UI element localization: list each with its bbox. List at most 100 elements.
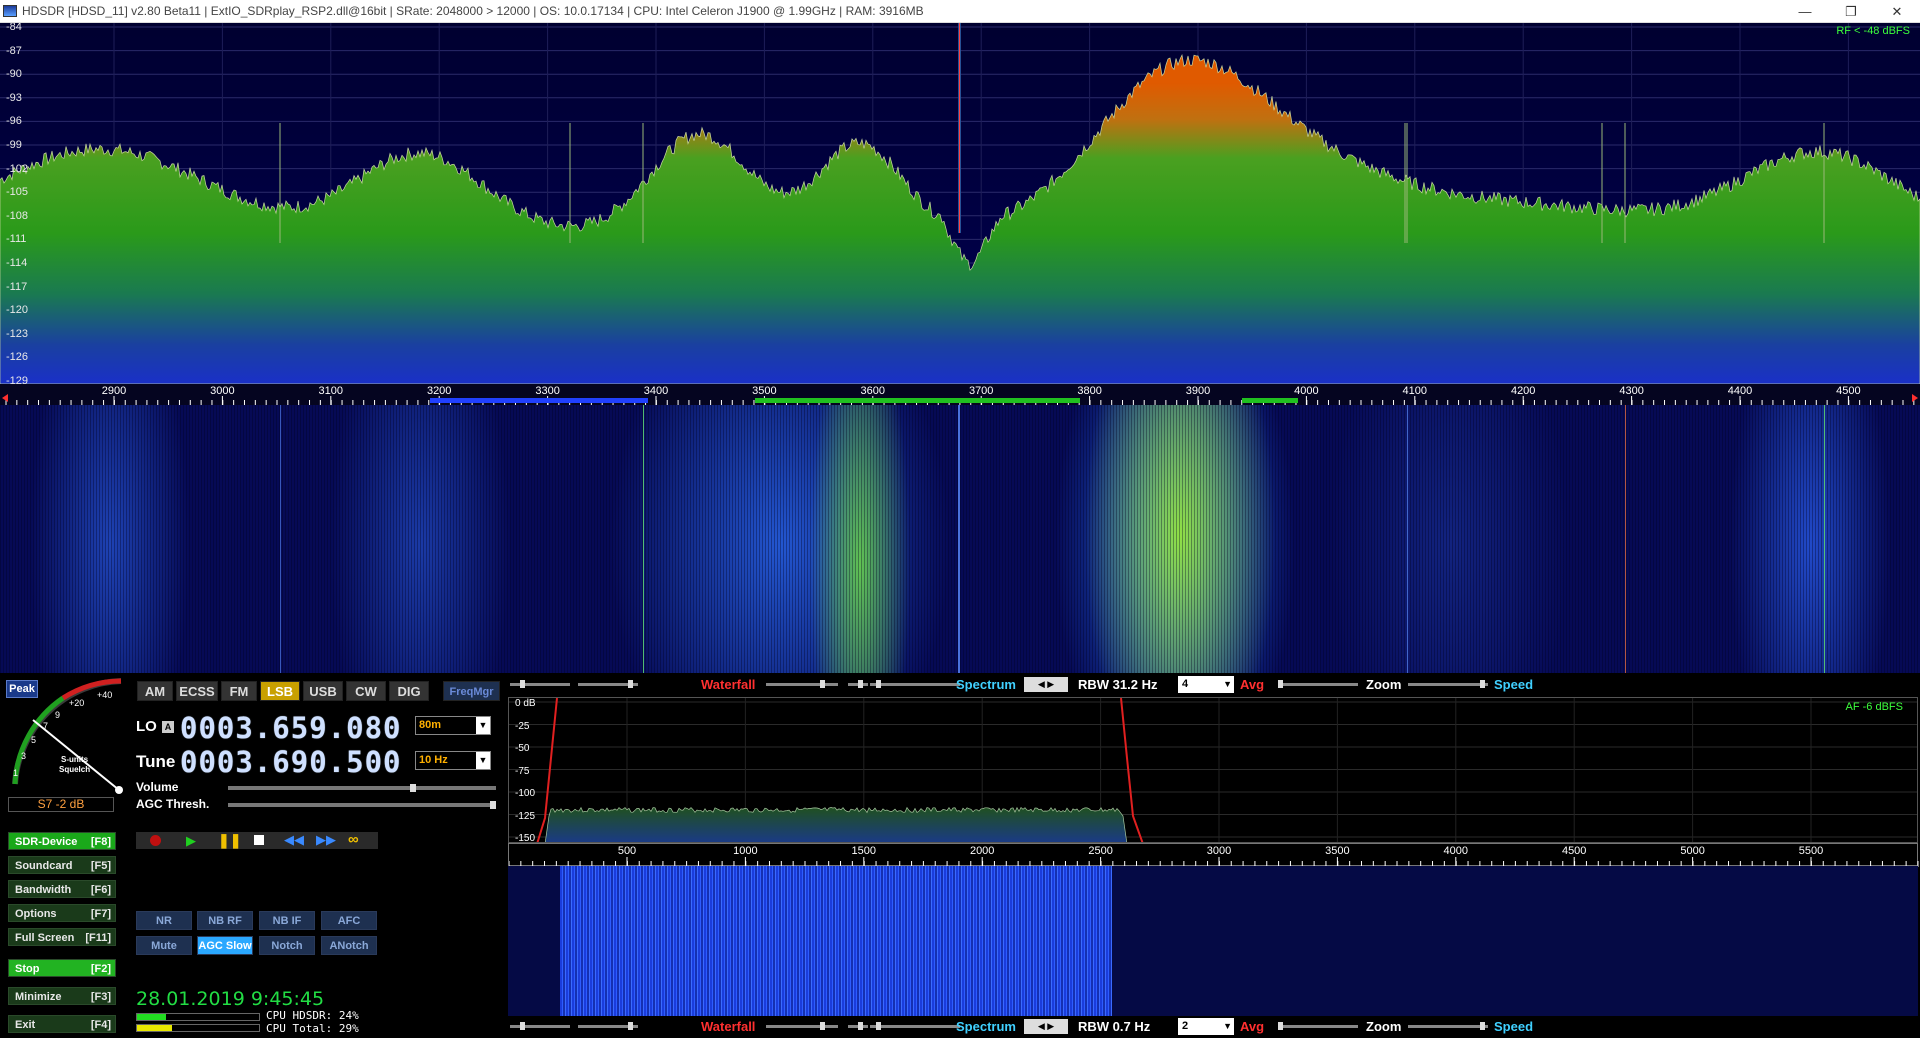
wf-speed-slider-knob[interactable]: [820, 1022, 825, 1030]
play-icon[interactable]: ▶: [186, 833, 196, 849]
wf-speed-slider[interactable]: [766, 1022, 838, 1030]
speed-slider-knob[interactable]: [1480, 1022, 1485, 1030]
side-button-soundcard[interactable]: Soundcard [F5]: [8, 856, 116, 874]
arrow-left-icon[interactable]: ◀ ▶: [1038, 1021, 1054, 1031]
spec-contrast-slider-knob[interactable]: [858, 680, 863, 688]
af-frequency-scale[interactable]: 500 1000 1500 2000 2500 3000 3500 4000 4500 5000 5…: [508, 843, 1919, 867]
wf-brightness-slider-knob[interactable]: [628, 680, 633, 688]
volume-slider[interactable]: [228, 784, 496, 792]
step-select[interactable]: 10 Hz ▼: [415, 751, 491, 770]
volume-slider-knob[interactable]: [410, 784, 416, 792]
wf-contrast-slider-knob[interactable]: [520, 1022, 525, 1030]
rewind-icon[interactable]: ◀◀: [284, 832, 304, 848]
mode-button-fm[interactable]: FM: [221, 681, 257, 701]
dsp-button-notch[interactable]: Notch: [259, 936, 315, 955]
wf-contrast-slider-knob[interactable]: [520, 680, 525, 688]
lo-frequency[interactable]: 0003.659.080: [180, 711, 402, 745]
side-button-full-screen[interactable]: Full Screen [F11]: [8, 928, 116, 946]
passband-high-edge[interactable]: [1120, 698, 1144, 843]
frequency-scale[interactable]: 2900 3000 3100 3200 3300 3400 3500 3600 3700 3800…: [0, 384, 1920, 405]
zoom-slider[interactable]: [1278, 680, 1358, 688]
mode-button-lsb[interactable]: LSB: [260, 681, 300, 701]
mode-button-cw[interactable]: CW: [346, 681, 386, 701]
spec-contrast-slider[interactable]: [848, 1022, 868, 1030]
dsp-button-mute[interactable]: Mute: [136, 936, 192, 955]
pause-icon[interactable]: ❚❚: [218, 832, 241, 849]
fast-forward-icon[interactable]: ▶▶: [316, 832, 336, 848]
rbw-arrows[interactable]: ◀ ▶: [1024, 1019, 1068, 1034]
rf-spectrum-display[interactable]: -84 -87 -90 -93 -96 -99 -102 -105 -108 -111 -114 -1…: [0, 23, 1920, 384]
agc-thresh-slider[interactable]: [228, 801, 496, 809]
close-button[interactable]: ✕: [1874, 0, 1920, 23]
avg-label: Avg: [1240, 1019, 1265, 1034]
cpu-hdsdr-bar: [136, 1013, 260, 1021]
spec-contrast-slider-knob[interactable]: [858, 1022, 863, 1030]
stop-icon[interactable]: [254, 835, 264, 845]
band-select[interactable]: 80m ▼: [415, 716, 491, 735]
af-waterfall-display[interactable]: [508, 866, 1918, 1016]
spec-contrast-slider[interactable]: [848, 680, 868, 688]
side-button-stop[interactable]: Stop [F2]: [8, 959, 116, 977]
dsp-button-afc[interactable]: AFC: [321, 911, 377, 930]
chevron-down-icon: ▼: [476, 717, 490, 734]
tune-frequency[interactable]: 0003.690.500: [180, 745, 402, 779]
rbw-arrows[interactable]: ◀ ▶: [1024, 677, 1068, 692]
freqmgr-button[interactable]: FreqMgr: [443, 681, 500, 701]
wf-speed-slider-knob[interactable]: [820, 680, 825, 688]
rf-waterfall-display[interactable]: [0, 405, 1920, 673]
spectrum-db-label: -87: [6, 44, 22, 57]
dsp-button-nb-rf[interactable]: NB RF: [197, 911, 253, 930]
af-db-label: -75: [515, 765, 530, 777]
side-button-key: [F11]: [85, 932, 111, 944]
side-button-options[interactable]: Options [F7]: [8, 904, 116, 922]
mode-button-usb[interactable]: USB: [303, 681, 343, 701]
record-icon[interactable]: [150, 835, 161, 846]
mode-button-am[interactable]: AM: [137, 681, 173, 701]
scroll-left-icon[interactable]: [2, 394, 8, 402]
mode-button-dig[interactable]: DIG: [389, 681, 429, 701]
scroll-right-icon[interactable]: [1912, 394, 1918, 402]
zoom-slider-knob[interactable]: [1278, 680, 1283, 688]
wf-speed-slider[interactable]: [766, 680, 838, 688]
arrow-left-icon[interactable]: ◀ ▶: [1038, 679, 1054, 689]
s-meter-tick: +40: [97, 690, 112, 700]
wf-brightness-slider[interactable]: [578, 1022, 638, 1030]
loop-icon[interactable]: ∞: [348, 831, 359, 848]
dsp-button-nb-if[interactable]: NB IF: [259, 911, 315, 930]
avg-select[interactable]: 2 ▼: [1178, 1018, 1234, 1035]
side-button-label: SDR-Device: [15, 836, 78, 848]
dsp-button-agc-slow[interactable]: AGC Slow: [197, 936, 253, 955]
spec-brightness-slider[interactable]: [870, 1022, 960, 1030]
wf-contrast-slider[interactable]: [510, 680, 570, 688]
spectrum-label: Spectrum: [956, 677, 1016, 692]
speed-slider[interactable]: [1408, 1022, 1488, 1030]
speed-slider[interactable]: [1408, 680, 1488, 688]
minimize-button[interactable]: —: [1782, 0, 1828, 23]
side-button-exit[interactable]: Exit [F4]: [8, 1015, 116, 1033]
wf-brightness-slider-knob[interactable]: [628, 1022, 633, 1030]
spec-brightness-slider[interactable]: [870, 680, 960, 688]
rbw-label: RBW 31.2 Hz: [1078, 677, 1158, 692]
band-segment-green-2: [1242, 398, 1298, 403]
avg-select[interactable]: 4 ▼: [1178, 676, 1234, 693]
side-button-sdr-device[interactable]: SDR-Device [F8]: [8, 832, 116, 850]
speed-slider-knob[interactable]: [1480, 680, 1485, 688]
side-button-bandwidth[interactable]: Bandwidth [F6]: [8, 880, 116, 898]
zoom-slider[interactable]: [1278, 1022, 1358, 1030]
af-spectrum-display[interactable]: 0 dB -25 -50 -75 -100 -125 -150 AF -6 dBFS: [508, 697, 1918, 843]
zoom-slider-knob[interactable]: [1278, 1022, 1283, 1030]
band-segment-blue: [430, 398, 648, 403]
wf-contrast-slider[interactable]: [510, 1022, 570, 1030]
agc-thresh-slider-knob[interactable]: [490, 801, 496, 809]
dsp-button-anotch[interactable]: ANotch: [321, 936, 377, 955]
mode-button-ecss[interactable]: ECSS: [176, 681, 218, 701]
restore-button[interactable]: ❐: [1828, 0, 1874, 23]
spec-brightness-slider-knob[interactable]: [876, 1022, 881, 1030]
spec-brightness-slider-knob[interactable]: [876, 680, 881, 688]
wf-brightness-slider[interactable]: [578, 680, 638, 688]
side-button-minimize[interactable]: Minimize [F3]: [8, 987, 116, 1005]
dsp-button-nr[interactable]: NR: [136, 911, 192, 930]
avg-label: Avg: [1240, 677, 1265, 692]
vfo-a-badge[interactable]: A: [162, 721, 174, 733]
af-freq-label: 1000: [733, 845, 758, 857]
